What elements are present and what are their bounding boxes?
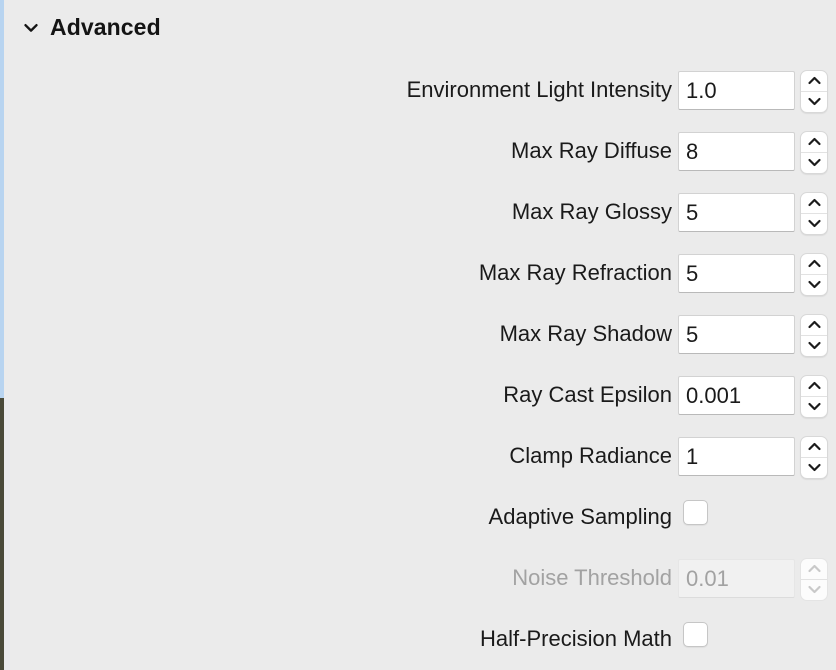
- setting-row-max-ray-refraction: Max Ray Refraction 5: [0, 253, 836, 314]
- checkbox-half-precision-math[interactable]: [683, 622, 708, 647]
- chevron-up-icon: [801, 559, 827, 580]
- chevron-down-icon[interactable]: [801, 214, 827, 235]
- label-ray-cast-epsilon: Ray Cast Epsilon: [503, 382, 672, 407]
- chevron-down-icon[interactable]: [801, 458, 827, 479]
- label-environment-light-intensity: Environment Light Intensity: [406, 77, 672, 102]
- stepper-environment-light-intensity[interactable]: [800, 70, 828, 113]
- setting-row-max-ray-diffuse: Max Ray Diffuse 8: [0, 131, 836, 192]
- setting-row-max-ray-glossy: Max Ray Glossy 5: [0, 192, 836, 253]
- stepper-max-ray-diffuse[interactable]: [800, 131, 828, 174]
- chevron-up-icon[interactable]: [801, 315, 827, 336]
- checkbox-adaptive-sampling[interactable]: [683, 500, 708, 525]
- label-max-ray-glossy: Max Ray Glossy: [511, 199, 672, 224]
- setting-row-half-precision-math: Half-Precision Math: [0, 619, 836, 670]
- chevron-down-icon[interactable]: [801, 275, 827, 296]
- setting-row-noise-threshold: Noise Threshold 0.01: [0, 558, 836, 619]
- label-max-ray-diffuse: Max Ray Diffuse: [511, 138, 672, 163]
- input-environment-light-intensity[interactable]: 1.0: [678, 71, 795, 110]
- stepper-max-ray-shadow[interactable]: [800, 314, 828, 357]
- input-ray-cast-epsilon[interactable]: 0.001: [678, 376, 795, 415]
- input-max-ray-shadow[interactable]: 5: [678, 315, 795, 354]
- advanced-settings-list: Environment Light Intensity 1.0 Max Ray Di…: [0, 70, 836, 670]
- label-max-ray-shadow: Max Ray Shadow: [499, 321, 672, 346]
- advanced-section-header[interactable]: Advanced: [22, 14, 161, 41]
- input-noise-threshold: 0.01: [678, 559, 795, 598]
- chevron-up-icon[interactable]: [801, 376, 827, 397]
- chevron-up-icon[interactable]: [801, 437, 827, 458]
- label-max-ray-refraction: Max Ray Refraction: [478, 260, 672, 285]
- chevron-down-icon[interactable]: [801, 397, 827, 418]
- section-title: Advanced: [50, 14, 161, 40]
- label-clamp-radiance: Clamp Radiance: [509, 443, 672, 468]
- setting-row-max-ray-shadow: Max Ray Shadow 5: [0, 314, 836, 375]
- chevron-down-icon: [801, 580, 827, 601]
- stepper-max-ray-refraction[interactable]: [800, 253, 828, 296]
- chevron-down-icon: [22, 19, 40, 37]
- chevron-up-icon[interactable]: [801, 193, 827, 214]
- label-half-precision-math: Half-Precision Math: [480, 626, 672, 651]
- label-noise-threshold: Noise Threshold: [512, 565, 672, 590]
- stepper-max-ray-glossy[interactable]: [800, 192, 828, 235]
- input-max-ray-diffuse[interactable]: 8: [678, 132, 795, 171]
- input-max-ray-refraction[interactable]: 5: [678, 254, 795, 293]
- setting-row-clamp-radiance: Clamp Radiance 1: [0, 436, 836, 497]
- stepper-clamp-radiance[interactable]: [800, 436, 828, 479]
- input-clamp-radiance[interactable]: 1: [678, 437, 795, 476]
- chevron-down-icon[interactable]: [801, 336, 827, 357]
- chevron-down-icon[interactable]: [801, 92, 827, 113]
- chevron-up-icon[interactable]: [801, 71, 827, 92]
- chevron-up-icon[interactable]: [801, 254, 827, 275]
- setting-row-environment-light-intensity: Environment Light Intensity 1.0: [0, 70, 836, 131]
- stepper-ray-cast-epsilon[interactable]: [800, 375, 828, 418]
- setting-row-ray-cast-epsilon: Ray Cast Epsilon 0.001: [0, 375, 836, 436]
- stepper-noise-threshold: [800, 558, 828, 601]
- label-adaptive-sampling: Adaptive Sampling: [488, 504, 672, 529]
- chevron-down-icon[interactable]: [801, 153, 827, 174]
- input-max-ray-glossy[interactable]: 5: [678, 193, 795, 232]
- chevron-up-icon[interactable]: [801, 132, 827, 153]
- setting-row-adaptive-sampling: Adaptive Sampling: [0, 497, 836, 558]
